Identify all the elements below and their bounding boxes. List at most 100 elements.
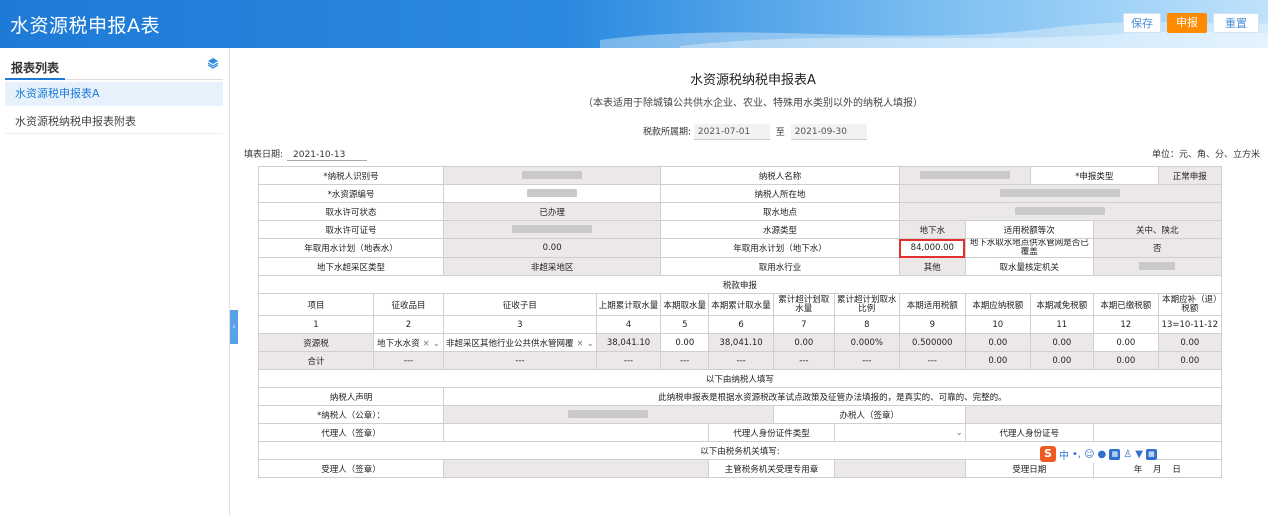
tax-header: 累计超计划取水比例 [833,293,900,316]
agent-id-type-label: 代理人身份证件类型 [708,423,835,442]
total-cell: 0.00 [1029,351,1094,370]
current-intake-input[interactable]: 0.00 [660,333,710,352]
tax-header: 征收子目 [443,293,597,316]
app-title: 水资源税申报A表 [10,15,160,37]
clear-icon[interactable]: × [423,339,430,349]
water-code-label: *水资源编号 [258,184,444,203]
statement-text: 此纳税申报表是根据水资源税改革试点政策及征管办法填报的，是真实的、可靠的、完整的… [443,387,1222,406]
industry-label: 取用水行业 [660,257,900,276]
emoji-icon[interactable]: ☺ [1084,449,1094,460]
paid-tax-input[interactable]: 0.00 [1092,333,1159,352]
verify-value [1092,257,1222,276]
collapse-sidebar-toggle[interactable]: ‹ [230,310,238,344]
industry-value: 其他 [898,257,966,276]
taxpayer-name-label: 纳税人名称 [660,166,900,185]
tax-header: 本期取水量 [660,293,710,316]
clear-icon[interactable]: × [577,339,584,349]
over-plan-volume: 0.00 [772,333,835,352]
agent-input[interactable] [442,423,710,442]
tax-grade-value: 关中、陕北 [1092,220,1222,239]
tax-period: 税款所属期: 2021-07-01 至 2021-09-30 [643,124,867,140]
water-code-input[interactable] [442,184,662,203]
agent-id-label: 代理人身份证号 [964,423,1094,442]
tax-header: 本期减免税额 [1029,293,1094,316]
unit-label: 单位：元、角、分、立方米 [1151,150,1260,160]
over-plan-ratio: 0.000% [833,333,900,352]
permit-status-value: 已办理 [442,202,662,221]
handler-value [964,405,1222,424]
tax-header: 累计超计划取水量 [772,293,835,316]
category-select[interactable]: 地下水水资 × ⌄ [373,333,444,352]
agent-id-type-select[interactable]: ⌄ [833,423,966,442]
tax-grade-label: 适用税额等次 [964,220,1094,239]
ime-lang[interactable]: 中 [1059,447,1069,462]
sidebar-heading: 报表列表 [5,58,223,80]
save-button[interactable]: 保存 [1123,13,1161,33]
intake-site-value [898,202,1222,221]
tax-header: 上期累计取水量 [595,293,662,316]
declaration-table: *纳税人识别号 纳税人名称 *申报类型 正常申报 *水资源编号 纳税人所在地 取… [258,166,1222,478]
tax-header: 本期累计取水量 [708,293,774,316]
relief-tax: 0.00 [1029,333,1094,352]
office-seal-value [833,459,966,478]
submit-button[interactable]: 申报 [1167,13,1207,33]
receiver-label: 受理人（签章） [258,459,444,478]
reset-button[interactable]: 重置 [1213,13,1259,33]
covered-label: 地下水取水地点供水管网是否已覆盖 [964,238,1094,258]
doc-title: 水资源税纳税申报表A [690,73,816,88]
col-index: 9 [898,315,966,334]
period-end-input[interactable]: 2021-09-30 [790,124,867,140]
subcategory-select[interactable]: 非超采区其他行业公共供水管网覆 × ⌄ [443,333,597,352]
col-index: 11 [1029,315,1094,334]
tax-header: 征收品目 [373,293,444,316]
grid-menu-icon[interactable]: ▦ [1145,448,1157,460]
period-start-input[interactable]: 2021-07-01 [693,124,770,140]
total-cell: 0.00 [1157,351,1222,370]
chevron-down-icon[interactable]: ⌄ [587,339,594,349]
chevron-down-icon[interactable]: ⌄ [956,428,963,438]
payable-tax: 0.00 [964,333,1031,352]
tax-header: 本期应补（退）税额 [1157,293,1222,316]
fill-date-value[interactable]: 2021-10-13 [287,150,368,161]
current-cumulative: 38,041.10 [708,333,774,352]
intake-site-label: 取水地点 [660,202,900,221]
permit-no-value [442,220,662,239]
receiver-value [442,459,710,478]
person-icon[interactable]: ♙ [1123,449,1132,460]
taxpayer-seal-value [443,405,774,424]
ime-toolbar[interactable]: S 中 •, ☺ ● ▦ ♙ ▼ ▦ [1040,445,1157,463]
surface-plan-value: 0.00 [442,238,662,258]
taxpayer-id-value [442,166,662,185]
source-type-value: 地下水 [898,220,966,239]
tax-header: 本期已缴税额 [1092,293,1159,316]
keyboard-icon[interactable]: ▦ [1109,448,1121,460]
total-cell: 0.00 [1092,351,1159,370]
sidebar-item-attachment[interactable]: 水资源税纳税申报表附表 [5,110,223,134]
microphone-icon[interactable]: ● [1098,449,1107,460]
total-cell: --- [660,351,710,370]
statement-label: 纳税人声明 [258,387,444,406]
col-index: 10 [964,315,1031,334]
applicable-rate: 0.500000 [898,333,966,352]
sidebar-item-form-a[interactable]: 水资源税申报表A [5,82,223,106]
layers-icon[interactable] [207,57,219,69]
chevron-down-icon[interactable]: ⌄ [433,339,440,349]
col-index: 4 [595,315,662,334]
permit-no-label: 取水许可证号 [258,220,444,239]
declare-type-label: *申报类型 [1029,166,1159,185]
skin-icon[interactable]: ▼ [1135,449,1143,460]
punctuation-icon[interactable]: •, [1072,449,1081,460]
overdraft-label: 地下水超采区类型 [258,257,444,276]
col-index: 8 [833,315,900,334]
taxpayer-section-heading: 以下由纳税人填写 [258,369,1222,388]
col-index: 7 [772,315,835,334]
col-index: 6 [708,315,774,334]
prev-cumulative: 38,041.10 [595,333,662,352]
office-seal-label: 主管税务机关受理专用章 [708,459,835,478]
ground-plan-input[interactable]: 84,000.00 [898,238,966,258]
heading-underline [5,78,65,80]
taxpayer-seal-label: *纳税人（公章）： [258,405,444,424]
surface-plan-label: 年取用水计划（地表水） [258,238,444,258]
agent-id-input[interactable] [1092,423,1222,442]
app-header: 水资源税申报A表 保存 申报 重置 [0,0,1268,48]
